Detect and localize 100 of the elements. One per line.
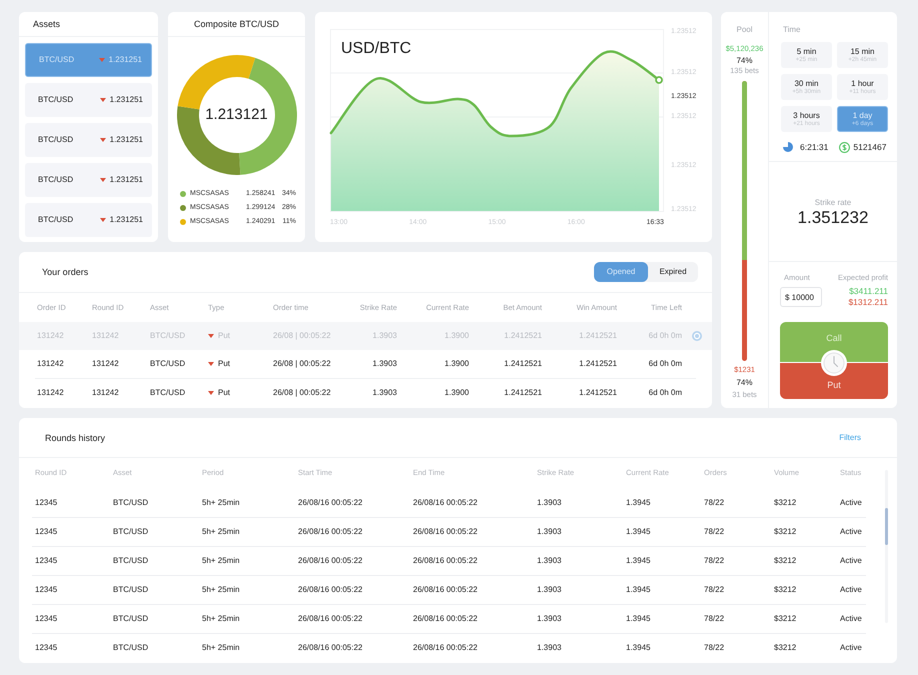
table-cell: 26/08 | 00:05:22 xyxy=(273,387,331,399)
asset-item[interactable]: BTC/USD 1.231251 xyxy=(25,203,152,237)
table-cell: 1.3903 xyxy=(537,584,562,596)
table-cell: 1.3945 xyxy=(626,642,650,654)
table-cell: 1.3903 xyxy=(537,526,562,538)
table-cell: Put xyxy=(218,358,230,370)
table-cell: 26/08 | 00:05:22 xyxy=(273,330,331,342)
table-cell: 5h+ 25min xyxy=(202,555,240,567)
table-cell: 26/08/16 00:05:22 xyxy=(413,642,478,654)
table-cell: 6d 0h 0m xyxy=(648,358,682,370)
table-cell: BTC/USD xyxy=(150,387,186,399)
table-cell: 5h+ 25min xyxy=(202,584,240,596)
table-cell: 26/08/16 00:05:22 xyxy=(413,526,478,538)
table-cell: 26/08/16 00:05:22 xyxy=(298,613,363,625)
table-cell: 1.3945 xyxy=(626,613,650,625)
table-cell: 1.3903 xyxy=(372,387,397,399)
amount-input[interactable]: $ 10000 xyxy=(780,287,822,307)
table-cell: 131242 xyxy=(37,358,64,370)
filter-tab[interactable]: Expired xyxy=(648,262,698,282)
table-cell: Active xyxy=(840,496,862,508)
table-cell: 5h+ 25min xyxy=(202,642,240,654)
end-point-icon xyxy=(655,76,663,84)
table-cell: $3212 xyxy=(774,526,796,538)
pool-title: Pool xyxy=(736,25,752,35)
table-cell: 26/08/16 00:05:22 xyxy=(413,584,478,596)
table-cell: 1.2412521 xyxy=(579,358,617,370)
table-cell: 1.2412521 xyxy=(504,330,542,342)
asset-item[interactable]: BTC/USD 1.231251 xyxy=(25,163,152,197)
table-cell: 26/08/16 00:05:22 xyxy=(298,584,363,596)
table-cell: 12345 xyxy=(35,526,58,538)
table-cell: BTC/USD xyxy=(113,526,148,538)
table-cell: 5h+ 25min xyxy=(202,526,240,538)
table-cell: 1.3900 xyxy=(444,387,469,399)
table-cell: 78/22 xyxy=(704,642,724,654)
table-cell: 1.3903 xyxy=(372,358,397,370)
table-cell: 131242 xyxy=(37,330,64,342)
profit-value: $3411.211 xyxy=(849,286,888,297)
center-value: 1.213121 xyxy=(205,107,268,123)
table-cell: 1.2412521 xyxy=(504,358,542,370)
clock-icon xyxy=(821,350,847,376)
table-cell: Active xyxy=(840,584,862,596)
table-cell: 12345 xyxy=(35,555,58,567)
table-cell: 26/08/16 00:05:22 xyxy=(413,613,478,625)
table-cell: 5h+ 25min xyxy=(202,613,240,625)
coin-icon xyxy=(839,142,850,152)
table-cell: $3212 xyxy=(774,613,796,625)
table-cell: 26/08/16 00:05:22 xyxy=(298,642,363,654)
table-cell: 26/08/16 00:05:22 xyxy=(298,496,363,508)
table-cell: $3212 xyxy=(774,555,796,567)
table-cell: 1.2412521 xyxy=(579,330,617,342)
table-cell: 1.3945 xyxy=(626,496,650,508)
card-title: Rounds history xyxy=(45,432,106,442)
table-cell: Put xyxy=(218,330,230,342)
table-cell: 1.3900 xyxy=(444,330,469,342)
countdown-text: 6:21:31 xyxy=(800,142,828,152)
table-cell: 1.2412521 xyxy=(579,387,617,399)
table-cell: 6d 0h 0m xyxy=(648,387,682,399)
table-cell: Active xyxy=(840,555,862,567)
scrollbar-thumb[interactable] xyxy=(885,508,888,545)
asset-item[interactable]: BTC/USD 1.231251 xyxy=(25,83,152,117)
table-cell: 131242 xyxy=(92,358,119,370)
table-cell: $3212 xyxy=(774,642,796,654)
table-cell: 6d 0h 0m xyxy=(648,330,682,342)
table-cell: Put xyxy=(218,387,230,399)
table-cell: 5h+ 25min xyxy=(202,496,240,508)
table-cell: 78/22 xyxy=(704,584,724,596)
card-title: Assets xyxy=(33,19,60,29)
profit-value: $1312.211 xyxy=(848,297,888,308)
table-cell: 26/08/16 00:05:22 xyxy=(298,555,363,567)
table-cell: 78/22 xyxy=(704,526,724,538)
table-cell: BTC/USD xyxy=(150,358,186,370)
section-title: Time xyxy=(783,25,800,35)
table-cell: Active xyxy=(840,613,862,625)
table-cell: 131242 xyxy=(92,387,119,399)
table-cell: 12345 xyxy=(35,496,58,508)
count-text: 5121467 xyxy=(853,142,886,152)
pie-icon xyxy=(783,142,793,152)
strike-value: 1.351232 xyxy=(798,208,868,228)
table-cell: BTC/USD xyxy=(113,496,148,508)
table-cell: 12345 xyxy=(35,613,58,625)
card-title: Composite BTC/USD xyxy=(194,19,280,29)
table-cell: 1.3945 xyxy=(626,526,650,538)
table-cell: 131242 xyxy=(92,330,119,342)
table-cell: 12345 xyxy=(35,584,58,596)
chart-title: USD/BTC xyxy=(341,40,412,58)
table-cell: 1.3903 xyxy=(537,555,562,567)
table-cell: $3212 xyxy=(774,584,796,596)
table-cell: 1.3903 xyxy=(372,330,397,342)
table-cell: 26/08/16 00:05:22 xyxy=(413,496,478,508)
table-cell: BTC/USD xyxy=(113,555,148,567)
table-cell: 12345 xyxy=(35,642,58,654)
card-title: Your orders xyxy=(42,267,88,277)
table-cell: BTC/USD xyxy=(113,613,148,625)
table-cell: 26/08 | 00:05:22 xyxy=(273,358,331,370)
table-cell: 1.3903 xyxy=(537,642,562,654)
table-cell: BTC/USD xyxy=(113,642,148,654)
strike-label: Strike rate xyxy=(814,198,852,208)
table-cell: 26/08/16 00:05:22 xyxy=(298,526,363,538)
asset-item[interactable]: BTC/USD 1.231251 xyxy=(25,123,152,157)
table-cell: 1.3945 xyxy=(626,555,650,567)
